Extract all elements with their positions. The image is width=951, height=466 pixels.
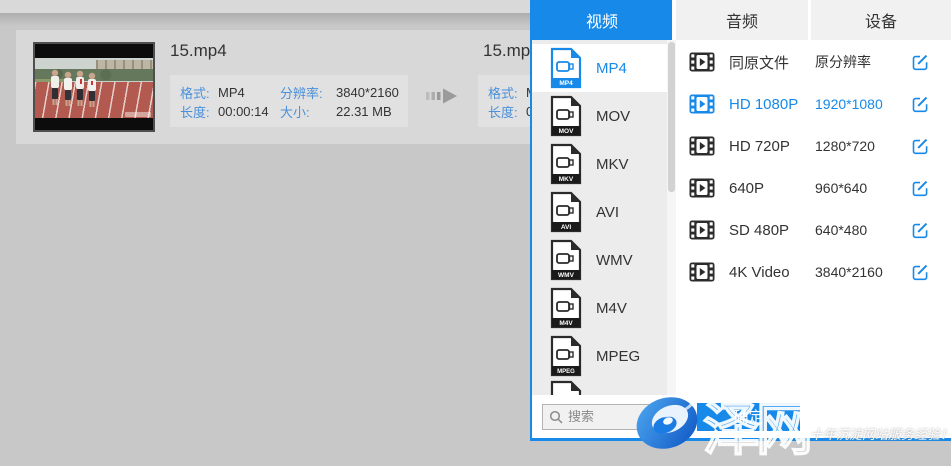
source-duration-label: 长度: (180, 102, 218, 121)
preset-row-hd720p[interactable]: HD 720P 1280*720 (676, 125, 951, 167)
source-resolution-value: 3840*2160 (336, 85, 399, 100)
format-label: AVI (596, 204, 619, 221)
preset-name: 640P (729, 180, 815, 197)
format-label: M4V (596, 300, 627, 317)
source-format-label: 格式: (180, 83, 218, 102)
edit-preset-button[interactable] (911, 53, 929, 71)
edit-icon (911, 263, 929, 281)
svg-text:WMV: WMV (558, 272, 575, 279)
svg-text:M4V: M4V (559, 320, 573, 327)
format-label: MOV (596, 108, 630, 125)
format-item-m4v[interactable]: M4V M4V (532, 284, 667, 332)
format-item-mp4[interactable]: MP4 MP4 (532, 44, 667, 92)
m4v-file-icon: M4V (549, 287, 583, 329)
thumbnail-image (35, 58, 153, 118)
format-item-mov[interactable]: MOV MOV (532, 92, 667, 140)
preset-resolution: 640*480 (815, 222, 911, 238)
svg-text:MOV: MOV (559, 128, 574, 135)
svg-text:MPEG: MPEG (557, 369, 575, 375)
format-list: MP4 MP4 MOV MOV (532, 40, 667, 395)
format-label: MPEG (596, 348, 640, 365)
format-label: MP4 (596, 60, 627, 77)
edit-icon (911, 137, 929, 155)
preset-resolution: 1920*1080 (815, 96, 911, 112)
format-item-avi[interactable]: AVI AVI (532, 188, 667, 236)
format-item-partial[interactable] (532, 380, 667, 395)
format-label: MKV (596, 156, 629, 173)
video-thumbnail[interactable] (33, 42, 155, 132)
edit-icon (911, 53, 929, 71)
output-format-label: 格式: (488, 83, 526, 102)
mpeg-file-icon: MPEG (549, 335, 583, 377)
avi-file-icon: AVI (549, 191, 583, 233)
partial-file-icon (549, 380, 583, 395)
preset-row-640p[interactable]: 640P 960*640 (676, 167, 951, 209)
format-item-mpeg[interactable]: MPEG MPEG (532, 332, 667, 380)
source-resolution-label: 分辨率: (280, 83, 336, 102)
format-list-scrollbar[interactable] (667, 40, 676, 395)
source-size-label: 大小: (280, 102, 336, 121)
preset-name: SD 480P (729, 222, 815, 239)
edit-preset-button[interactable] (911, 95, 929, 113)
film-icon (689, 52, 715, 72)
format-picker-panel: 视频 音频 设备 MP4 MP4 (530, 0, 951, 441)
search-icon (549, 410, 563, 424)
thumb-people (47, 68, 105, 110)
preset-resolution: 1280*720 (815, 138, 911, 154)
preset-row-sd480p[interactable]: SD 480P 640*480 (676, 209, 951, 251)
preset-row-4k[interactable]: 4K Video 3840*2160 (676, 251, 951, 293)
format-item-wmv[interactable]: WMV WMV (532, 236, 667, 284)
source-file-title: 15.mp4 (170, 41, 227, 61)
edit-preset-button[interactable] (911, 221, 929, 239)
svg-text:AVI: AVI (561, 224, 572, 231)
edit-icon (911, 95, 929, 113)
preset-row-original[interactable]: 同原文件 原分辨率 (676, 41, 951, 83)
confirm-button[interactable]: 确定 (697, 403, 800, 431)
source-size-value: 22.31 MB (336, 104, 392, 119)
mov-file-icon: MOV (549, 95, 583, 137)
convert-arrow-icon (426, 88, 458, 104)
preset-row-hd1080p[interactable]: HD 1080P 1920*1080 (676, 83, 951, 125)
tab-video[interactable]: 视频 (532, 0, 672, 40)
preset-resolution: 原分辨率 (815, 52, 911, 72)
format-label: WMV (596, 252, 633, 269)
format-search-box[interactable] (542, 404, 670, 430)
film-icon (689, 136, 715, 156)
preset-name: 同原文件 (729, 52, 815, 73)
film-icon (689, 94, 715, 114)
edit-preset-button[interactable] (911, 263, 929, 281)
panel-bottom-bar: 确定 (532, 395, 951, 438)
film-icon (689, 262, 715, 282)
source-info-box: 格式: MP4 分辨率: 3840*2160 长度: 00:00:14 大小: … (170, 75, 408, 127)
tab-device[interactable]: 设备 (811, 0, 951, 40)
edit-icon (911, 221, 929, 239)
svg-text:MP4: MP4 (559, 80, 573, 87)
wmv-file-icon: WMV (549, 239, 583, 281)
format-item-mkv[interactable]: MKV MKV (532, 140, 667, 188)
tab-audio[interactable]: 音频 (676, 0, 808, 40)
preset-resolution: 960*640 (815, 180, 911, 196)
output-duration-label: 长度: (488, 102, 526, 121)
search-input[interactable] (568, 409, 658, 424)
mp4-file-icon: MP4 (549, 47, 583, 89)
edit-icon (911, 179, 929, 197)
mkv-file-icon: MKV (549, 143, 583, 185)
preset-name: 4K Video (729, 264, 815, 281)
format-tabs: 视频 音频 设备 (532, 0, 951, 40)
film-icon (689, 220, 715, 240)
preset-resolution: 3840*2160 (815, 264, 911, 280)
preset-list: 同原文件 原分辨率 HD 1080P 192 (676, 40, 951, 395)
thumb-watermark (125, 112, 151, 117)
film-icon (689, 178, 715, 198)
svg-text:MKV: MKV (559, 176, 574, 183)
scrollbar-thumb[interactable] (668, 42, 675, 192)
source-format-value: MP4 (218, 85, 280, 100)
source-duration-value: 00:00:14 (218, 104, 280, 119)
preset-name: HD 1080P (729, 96, 815, 113)
edit-preset-button[interactable] (911, 179, 929, 197)
preset-name: HD 720P (729, 138, 815, 155)
edit-preset-button[interactable] (911, 137, 929, 155)
